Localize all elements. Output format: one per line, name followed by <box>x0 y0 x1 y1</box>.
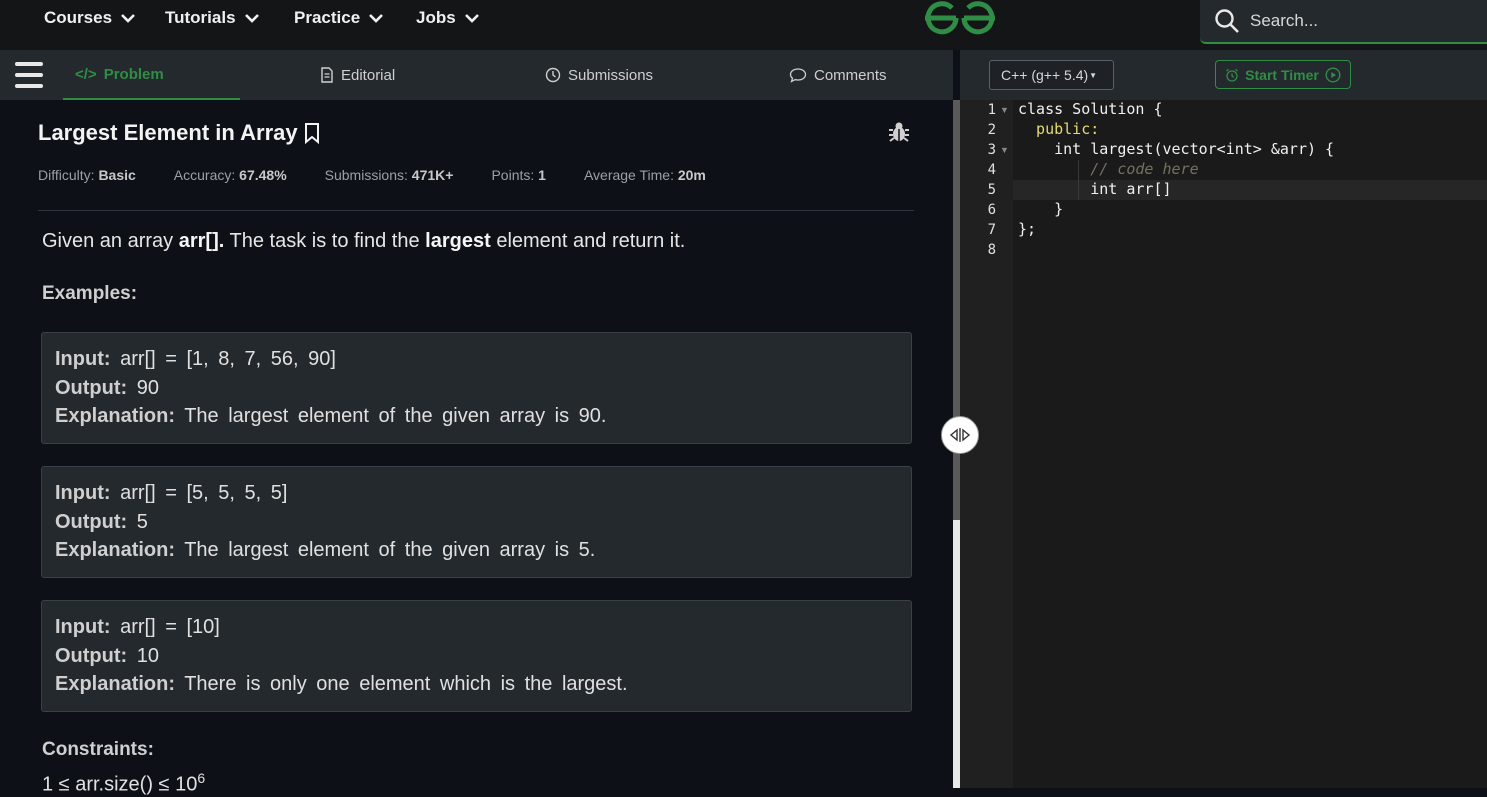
line-number: 6 <box>987 202 996 218</box>
code-line: int largest(vector<int> &arr) { <box>1018 140 1335 158</box>
tab-submissions[interactable]: Submissions <box>545 50 653 100</box>
search-box[interactable] <box>1200 0 1487 44</box>
submissions-count: Submissions: 471K+ <box>324 167 454 183</box>
line-number: 4 <box>987 162 996 178</box>
chevron-down-icon <box>464 14 479 23</box>
chevron-down-icon <box>121 14 135 23</box>
comment-icon <box>789 68 807 83</box>
bug-report-icon[interactable] <box>887 120 911 144</box>
play-icon <box>1325 66 1341 83</box>
problem-title-text: Largest Element in Array <box>38 120 298 145</box>
start-timer-button[interactable]: Start Timer <box>1215 60 1351 89</box>
scrollbar-thumb[interactable] <box>953 100 960 520</box>
line-number: 7 <box>987 222 996 238</box>
code-line: class Solution { <box>1018 100 1163 118</box>
examples-heading: Examples: <box>42 283 138 304</box>
problem-tabbar: </> Problem Editorial Submissions Commen… <box>0 50 953 100</box>
bookmark-icon[interactable] <box>302 122 322 144</box>
panel-resize-handle[interactable] <box>941 416 979 454</box>
code-line: }; <box>1018 220 1037 238</box>
divider <box>38 210 914 211</box>
language-select[interactable]: C++ (g++ 5.4) ▼ <box>989 60 1114 90</box>
tab-submissions-label: Submissions <box>568 66 654 84</box>
code-editor[interactable]: 1 2 3 4 5 6 7 8 ▼ ▼ class Solution { pub… <box>960 100 1487 788</box>
tab-editorial-label: Editorial <box>341 66 396 84</box>
line-number: 8 <box>987 242 996 258</box>
average-time: Average Time: 20m <box>583 167 706 183</box>
editor-toolbar: C++ (g++ 5.4) ▼ Start Timer <box>960 50 1487 100</box>
chevron-down-icon <box>369 14 384 23</box>
line-number: 5 <box>987 182 996 198</box>
tab-problem[interactable]: </> Problem <box>63 50 240 100</box>
line-number: 2 <box>987 122 996 138</box>
constraints-heading: Constraints: <box>42 739 154 760</box>
fold-icon[interactable]: ▼ <box>1000 145 1009 155</box>
nav-jobs-label: Jobs <box>416 8 456 27</box>
example-box: Input: arr[] = [10] Output: 10 Explanati… <box>41 600 912 712</box>
nav-practice[interactable]: Practice <box>294 6 384 30</box>
constraint-text: 1 ≤ arr.size() ≤ 106 <box>42 770 206 796</box>
example-box: Input: arr[] = [5, 5, 5, 5] Output: 5 Ex… <box>41 466 912 578</box>
problem-title: Largest Element in Array <box>38 120 322 146</box>
tab-problem-label: Problem <box>103 65 164 83</box>
problem-description: Given an array arr[]. The task is to fin… <box>42 230 686 252</box>
code-line: int arr[] <box>1018 180 1172 198</box>
document-icon <box>321 67 333 83</box>
code-line: } <box>1018 200 1064 218</box>
clock-icon <box>545 67 561 83</box>
example-box: Input: arr[] = [1, 8, 7, 56, 90] Output:… <box>41 332 912 444</box>
resize-arrows-icon <box>949 428 971 442</box>
line-number: 1 <box>987 102 996 118</box>
caret-down-icon: ▼ <box>1089 70 1098 80</box>
fold-icon[interactable]: ▼ <box>1000 105 1009 115</box>
search-icon <box>1215 9 1239 33</box>
accuracy: Accuracy: 67.48% <box>173 167 287 183</box>
top-nav: Courses Tutorials Practice Jobs <box>0 0 1487 50</box>
nav-courses[interactable]: Courses <box>44 6 136 30</box>
tab-editorial[interactable]: Editorial <box>320 50 395 100</box>
nav-jobs[interactable]: Jobs <box>416 6 480 30</box>
nav-practice-label: Practice <box>294 8 361 27</box>
line-number: 3 <box>987 142 996 158</box>
code-icon: </> <box>75 65 97 83</box>
tab-comments-label: Comments <box>814 66 887 84</box>
language-label: C++ (g++ 5.4) <box>1001 67 1089 83</box>
nav-tutorials[interactable]: Tutorials <box>165 6 260 30</box>
nav-courses-label: Courses <box>44 8 113 27</box>
alarm-icon <box>1226 68 1239 82</box>
menu-icon[interactable] <box>15 62 43 88</box>
nav-tutorials-label: Tutorials <box>165 8 236 27</box>
problem-meta: Difficulty: Basic Accuracy: 67.48% Submi… <box>38 167 706 183</box>
chevron-down-icon <box>244 14 259 23</box>
code-line: public: <box>1018 120 1100 138</box>
problem-panel: Largest Element in Array Difficulty: Bas… <box>0 100 953 796</box>
search-input[interactable] <box>1250 11 1470 31</box>
points: Points: 1 <box>491 167 546 183</box>
start-timer-label: Start Timer <box>1245 66 1319 83</box>
gfg-logo[interactable] <box>920 0 1000 38</box>
code-line: // code here <box>1018 160 1199 178</box>
difficulty: Difficulty: Basic <box>38 167 136 183</box>
tab-comments[interactable]: Comments <box>789 50 887 100</box>
